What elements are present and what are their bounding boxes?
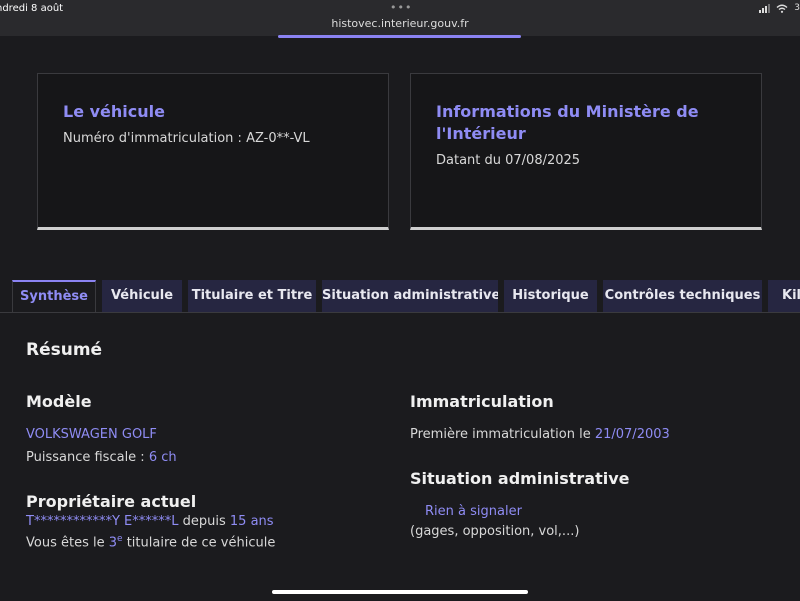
tab-kilometrage[interactable]: Kil xyxy=(768,280,800,312)
registration-heading: Immatriculation xyxy=(410,392,554,411)
status-date: ndredi 8 août xyxy=(0,3,64,14)
more-dots-icon[interactable]: ••• xyxy=(390,1,412,14)
browser-status-bar: ndredi 8 août ••• histovec.interieur.gou… xyxy=(0,0,800,36)
owner-heading: Propriétaire actuel xyxy=(26,492,197,511)
plate-number: Numéro d'immatriculation : AZ-0**-VL xyxy=(63,131,310,146)
tab-vehicule[interactable]: Véhicule xyxy=(102,280,182,312)
admin-note: (gages, opposition, vol,...) xyxy=(410,524,580,539)
ministry-card-title: Informations du Ministère de l'Intérieur xyxy=(436,102,699,143)
admin-status: Rien à signaler xyxy=(425,504,522,519)
model-value: VOLKSWAGEN GOLF xyxy=(26,427,157,442)
address-bar-url[interactable]: histovec.interieur.gouv.fr xyxy=(0,17,800,30)
model-heading: Modèle xyxy=(26,392,92,411)
owner-name: T************Y E******L xyxy=(26,514,179,529)
tab-titulaire[interactable]: Titulaire et Titre xyxy=(188,280,316,312)
vehicle-card: Le véhicule Numéro d'immatriculation : A… xyxy=(37,73,389,230)
tab-situation-administrative[interactable]: Situation administrative xyxy=(322,280,498,312)
tab-bar: Synthèse Véhicule Titulaire et Titre Sit… xyxy=(0,280,800,313)
status-icons: 3 xyxy=(759,3,800,13)
tab-synthese[interactable]: Synthèse xyxy=(12,280,96,312)
home-indicator[interactable] xyxy=(272,590,528,594)
vehicle-card-title: Le véhicule xyxy=(63,102,165,121)
owner-rank: Vous êtes le 3e titulaire de ce véhicule xyxy=(26,534,276,551)
signal-icon xyxy=(759,3,771,13)
first-registration: Première immatriculation le 21/07/2003 xyxy=(410,427,670,442)
owner-line: T************Y E******L depuis 15 ans xyxy=(26,514,274,529)
tab-controles-techniques[interactable]: Contrôles techniques xyxy=(603,280,762,312)
battery-level: 3 xyxy=(794,3,800,13)
ministry-card: Informations du Ministère de l'Intérieur… xyxy=(410,73,762,230)
fiscal-power: Puissance fiscale : 6 ch xyxy=(26,450,177,465)
page-load-progress xyxy=(278,35,521,38)
wifi-icon xyxy=(776,4,788,13)
data-date: Datant du 07/08/2025 xyxy=(436,153,581,168)
summary-title: Résumé xyxy=(26,340,103,360)
tab-historique[interactable]: Historique xyxy=(504,280,597,312)
admin-heading: Situation administrative xyxy=(410,469,630,488)
